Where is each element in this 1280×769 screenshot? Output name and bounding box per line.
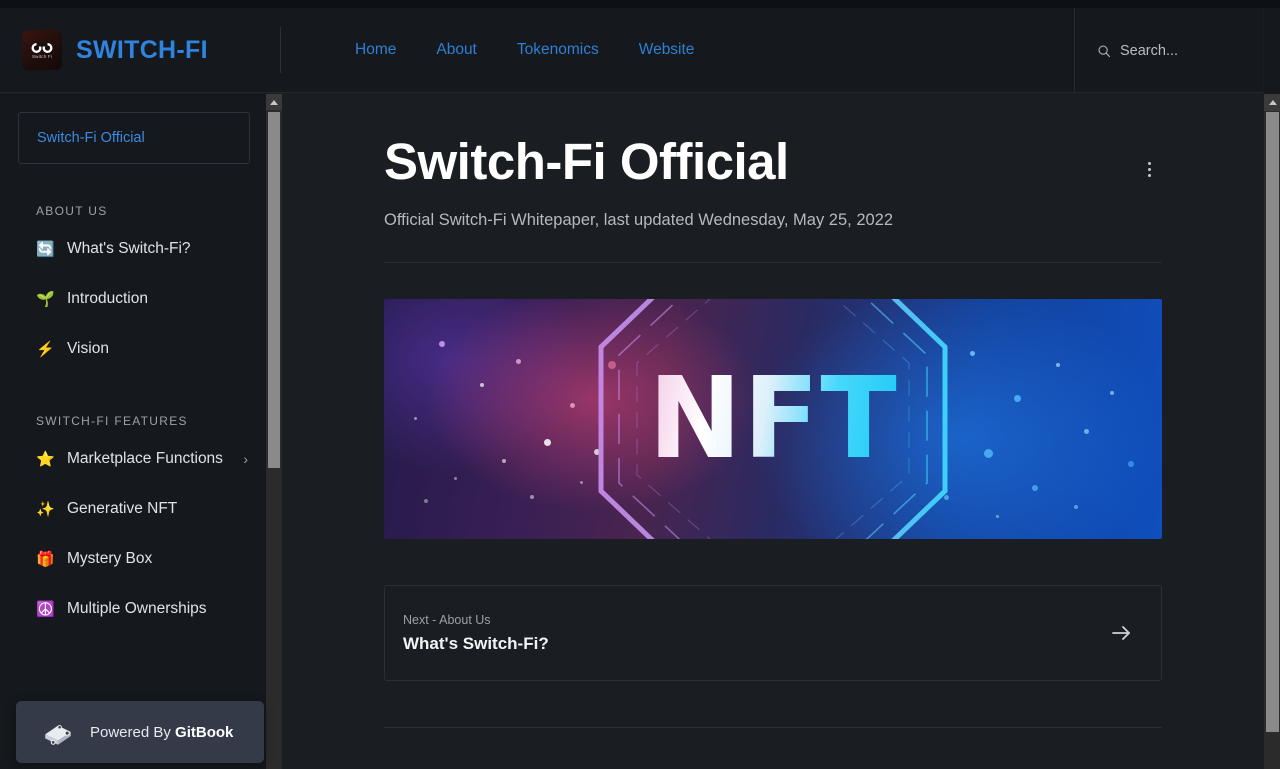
chevron-right-icon[interactable]: › xyxy=(243,452,248,466)
sidebar-item-label: Mystery Box xyxy=(67,550,153,567)
search-box[interactable]: Search... xyxy=(1074,8,1280,93)
sidebar-item-label: Generative NFT xyxy=(67,500,178,517)
sidebar-item-label: Introduction xyxy=(67,290,148,307)
content-divider-bottom xyxy=(384,727,1162,729)
sparkles-emoji-icon: ✨ xyxy=(36,500,55,518)
star-emoji-icon: ⭐ xyxy=(36,450,55,468)
refresh-emoji-icon: 🔄 xyxy=(36,240,55,258)
main-navigation: Home About Tokenomics Website xyxy=(355,41,694,59)
arrow-right-icon xyxy=(1112,626,1130,640)
gift-emoji-icon: 🎁 xyxy=(36,550,55,568)
gitbook-badge-prefix: Powered By xyxy=(90,723,176,741)
kebab-dot xyxy=(1147,161,1151,165)
sidebar-item-label: Multiple Ownerships xyxy=(67,600,207,617)
sidebar-item-multiple-ownerships[interactable]: ☮️ Multiple Ownerships xyxy=(0,584,266,634)
banner-nft-text: NFT xyxy=(648,354,898,485)
search-icon xyxy=(1098,44,1111,57)
arrow-up-icon xyxy=(1268,100,1277,105)
app-root: Switch Fi SWITCH-FI Home About Tokenomic… xyxy=(0,0,1280,769)
sidebar-scrollbar[interactable] xyxy=(266,94,282,769)
next-card-texts: Next - About Us What's Switch-Fi? xyxy=(403,613,549,654)
kebab-dot xyxy=(1147,167,1151,171)
page-subtitle: Official Switch-Fi Whitepaper, last upda… xyxy=(384,211,894,230)
brand-name: SWITCH-FI xyxy=(76,35,208,64)
page-title-row: Switch-Fi Official xyxy=(384,134,1162,189)
window-scrollbar[interactable] xyxy=(1263,8,1280,769)
nft-banner-image: NFT xyxy=(384,299,1162,540)
page-options-menu-button[interactable] xyxy=(1136,156,1162,182)
nav-link-about[interactable]: About xyxy=(436,41,477,59)
lightning-emoji-icon: ⚡ xyxy=(36,340,55,358)
gitbook-book-icon xyxy=(45,724,71,745)
sidebar-item-introduction[interactable]: 🌱 Introduction xyxy=(0,274,266,324)
arrow-up-icon xyxy=(270,99,278,105)
nav-link-home[interactable]: Home xyxy=(355,41,396,59)
page-title: Switch-Fi Official xyxy=(384,133,789,190)
sidebar-scroll-content: Switch-Fi Official ABOUT US 🔄 What's Swi… xyxy=(0,94,266,634)
sidebar-item-vision[interactable]: ⚡ Vision xyxy=(0,324,266,374)
next-page-card[interactable]: Next - About Us What's Switch-Fi? xyxy=(384,585,1162,682)
sidebar-scroll-up-button[interactable] xyxy=(266,94,282,110)
brand-logo-group[interactable]: Switch Fi SWITCH-FI xyxy=(0,30,258,70)
sidebar-space-selector[interactable]: Switch-Fi Official xyxy=(18,112,250,164)
main-content-inner: Switch-Fi Official Official Switch-Fi Wh… xyxy=(282,94,1162,729)
sidebar-section-title-switch-fi-features: SWITCH-FI FEATURES xyxy=(36,414,188,428)
content-divider-top xyxy=(384,262,1162,264)
sidebar-item-mystery-box[interactable]: 🎁 Mystery Box xyxy=(0,534,266,584)
site-header: Switch Fi SWITCH-FI Home About Tokenomic… xyxy=(0,8,1280,93)
sidebar: Switch-Fi Official ABOUT US 🔄 What's Swi… xyxy=(0,94,266,769)
sidebar-item-marketplace-functions[interactable]: ⭐ Marketplace Functions › xyxy=(0,434,266,484)
kebab-dot xyxy=(1147,173,1151,177)
next-card-title: What's Switch-Fi? xyxy=(403,633,549,653)
window-scroll-up-button[interactable] xyxy=(1264,94,1280,111)
sidebar-item-label: What's Switch-Fi? xyxy=(67,240,191,257)
window-scrollbar-top-fill xyxy=(1264,8,1280,94)
nav-link-website[interactable]: Website xyxy=(639,41,695,59)
gitbook-badge-brand: GitBook xyxy=(175,723,234,741)
nav-link-tokenomics[interactable]: Tokenomics xyxy=(517,41,599,59)
logo-subtext: Switch Fi xyxy=(31,54,53,60)
gitbook-badge-text: Powered By GitBook xyxy=(90,724,233,741)
window-scrollbar-thumb[interactable] xyxy=(1266,112,1279,732)
next-card-kicker: Next - About Us xyxy=(403,612,491,627)
sidebar-item-generative-nft[interactable]: ✨ Generative NFT xyxy=(0,484,266,534)
powered-by-gitbook-badge[interactable]: Powered By GitBook xyxy=(16,701,264,763)
sidebar-item-label: Vision xyxy=(67,340,109,357)
main-content: Switch-Fi Official Official Switch-Fi Wh… xyxy=(282,94,1262,769)
sidebar-item-label: Marketplace Functions xyxy=(67,450,223,467)
peace-emoji-icon: ☮️ xyxy=(36,600,55,618)
search-input[interactable]: Search... xyxy=(1120,43,1178,59)
sidebar-scrollbar-thumb[interactable] xyxy=(268,112,280,468)
browser-chrome-strip xyxy=(0,0,1280,8)
infinity-glyph-icon xyxy=(31,43,53,54)
switchfi-logo-icon: Switch Fi xyxy=(22,30,62,70)
sidebar-space-label: Switch-Fi Official xyxy=(37,130,145,146)
sidebar-item-whats-switch-fi[interactable]: 🔄 What's Switch-Fi? xyxy=(0,224,266,274)
header-divider xyxy=(280,27,281,73)
seedling-emoji-icon: 🌱 xyxy=(36,290,55,308)
sidebar-section-title-about-us: ABOUT US xyxy=(36,204,108,218)
